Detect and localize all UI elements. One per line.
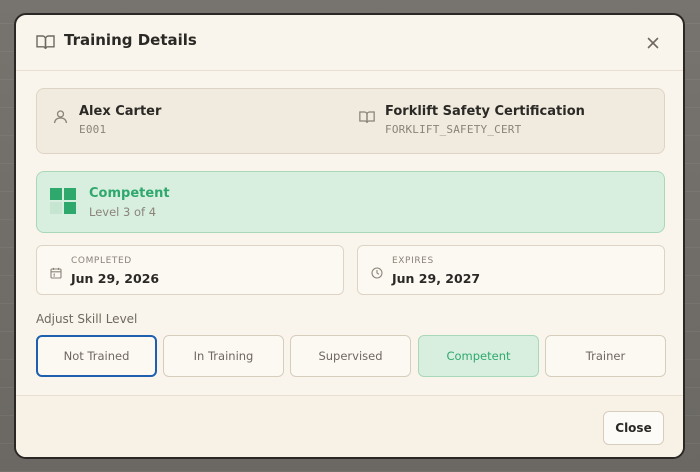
calendar-icon [50,264,62,283]
dialog-footer: Close [16,395,683,457]
skill-option-competent[interactable]: Competent [418,335,539,377]
training-name: Forklift Safety Certification [385,104,585,119]
employee-name: Alex Carter [79,104,162,119]
dialog-title: Training Details [64,31,197,49]
close-button[interactable]: Close [603,411,664,445]
book-icon [359,109,375,128]
skill-option-supervised[interactable]: Supervised [290,335,411,377]
level-name: Competent [89,186,170,201]
training-details-dialog: Training Details Alex Carter E001 Forkli… [14,13,685,459]
skill-option-not-trained[interactable]: Not Trained [36,335,157,377]
completed-label: COMPLETED [71,256,132,266]
dialog-header: Training Details [16,15,683,71]
skill-option-trainer[interactable]: Trainer [545,335,666,377]
expires-value: Jun 29, 2027 [392,271,481,286]
user-icon [53,109,68,128]
expires-date-card: EXPIRES Jun 29, 2027 [357,245,665,295]
book-icon [36,34,55,54]
adjust-skill-label: Adjust Skill Level [36,312,138,326]
current-level-card: Competent Level 3 of 4 [36,171,665,233]
expires-label: EXPIRES [392,256,434,266]
close-icon[interactable] [645,35,661,51]
completed-value: Jun 29, 2026 [71,271,160,286]
training-info-card: Alex Carter E001 Forklift Safety Certifi… [36,88,665,154]
employee-id: E001 [79,123,107,136]
level-description: Level 3 of 4 [89,205,157,219]
training-code: FORKLIFT_SAFETY_CERT [385,123,522,136]
level-grid-icon [50,188,77,219]
skill-option-in-training[interactable]: In Training [163,335,284,377]
clock-icon [371,264,383,283]
completed-date-card: COMPLETED Jun 29, 2026 [36,245,344,295]
